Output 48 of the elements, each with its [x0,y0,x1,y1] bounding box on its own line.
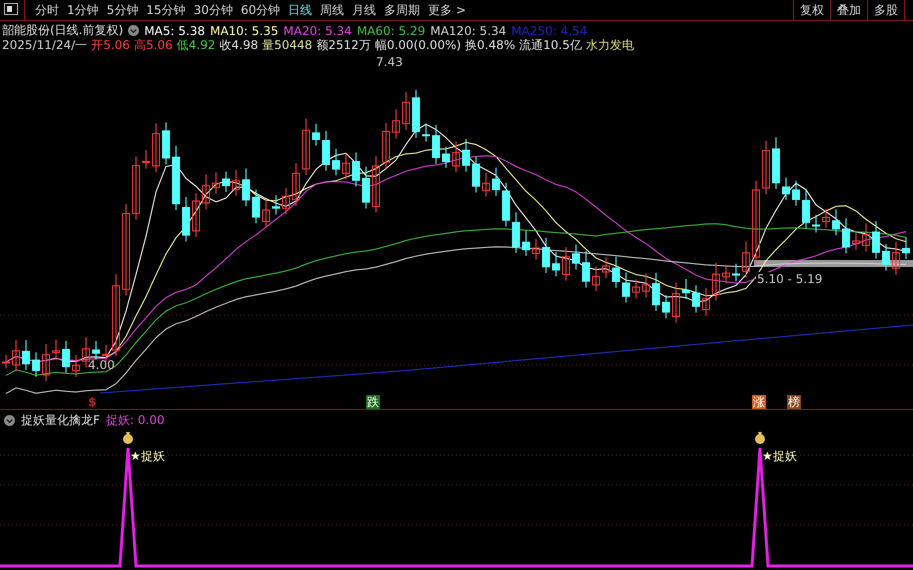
moving-average-value: MA120: 5.34 [430,24,506,38]
signal-badge: 跌 [366,395,380,409]
period-tab[interactable]: 5分钟 [102,0,142,20]
quote-value: 换0.48% [465,37,516,54]
money-bag-icon [122,430,134,444]
money-bag-icon [754,430,766,444]
dropdown-icon[interactable] [128,25,140,36]
dollar-sign-label: $ [87,395,98,409]
toolbar-button[interactable]: 叠加 [830,0,867,20]
alert-label: ★捉妖 [762,448,797,465]
stock-title: 韶能股份(日线.前复权) [2,22,124,39]
alert-label: ★捉妖 [130,448,165,465]
moving-average-value: MA60: 5.29 [356,24,426,38]
period-tab[interactable]: 多周期 [380,0,424,20]
quote-value: 高5.06 [134,37,173,54]
period-tab[interactable]: 周线 [316,0,348,20]
period-tab[interactable]: 1分钟 [63,0,103,20]
moving-average-value: MA10: 5.35 [210,24,278,38]
period-tab[interactable]: 分时 [31,0,63,20]
toolbar-button[interactable]: 复权 [793,0,830,20]
dropdown-icon[interactable] [4,415,15,426]
signal-badge: 榜 [787,395,801,409]
period-tab[interactable]: 15分钟 [142,0,190,20]
period-tab[interactable]: 更多 > [424,0,470,20]
period-tab[interactable]: 60分钟 [236,0,284,20]
quote-value: 水力发电 [586,37,634,54]
quote-value: 额2512万 [316,37,371,54]
quote-value: 2025/11/24/一 [2,37,88,54]
quote-value: 流通10.5亿 [519,37,582,54]
low-price-label: 4.00 [88,358,115,372]
moving-average-value: MA20: 5.34 [283,24,352,38]
period-tab[interactable]: 月线 [348,0,380,20]
panel-toggle-icon[interactable] [4,3,18,15]
indicator-reading: 捉妖: 0.00 [106,412,164,429]
quote-value: 幅0.00(0.00%) [374,37,462,54]
period-tab[interactable]: 30分钟 [190,0,237,20]
indicator-title: 捉妖量化擒龙F [21,412,100,429]
moving-average-value: MA5: 5.38 [144,24,205,38]
price-range-label: 5.10 - 5.19 [756,272,824,286]
quote-value: 低4.92 [176,37,216,54]
quote-value: 收4.98 [219,37,258,54]
signal-badge: 涨 [752,395,766,409]
quote-value: 量50448 [262,37,312,54]
toolbar-button[interactable]: 多股 [867,0,904,20]
high-price-label: 7.43 [376,55,403,69]
moving-average-value: MA250: 4.54 [511,24,588,38]
period-tab[interactable]: 日线 [284,0,316,20]
quote-value: 开5.06 [91,37,130,54]
